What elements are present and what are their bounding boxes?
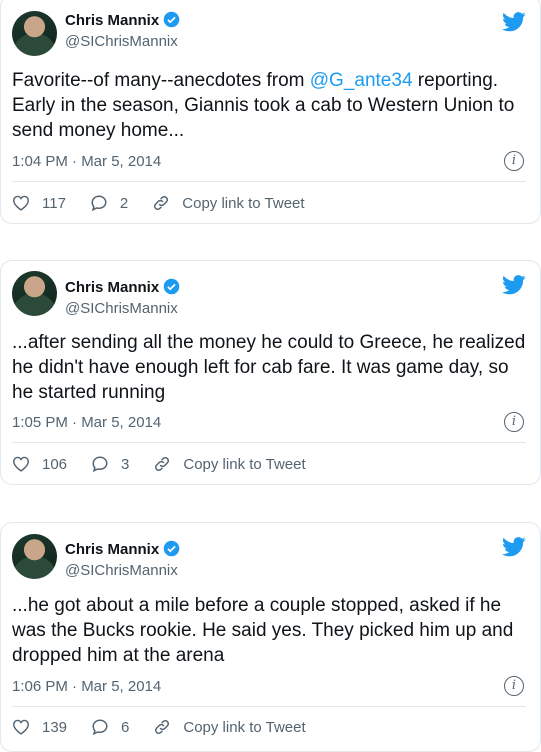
like-count: 117 — [42, 194, 66, 212]
like-count: 139 — [42, 718, 68, 736]
divider — [12, 181, 526, 182]
link-icon — [155, 456, 170, 472]
copy-link-label: Copy link to Tweet — [183, 718, 306, 736]
copy-link-label: Copy link to Tweet — [182, 194, 305, 212]
info-icon[interactable]: i — [504, 412, 524, 432]
twitter-bird-icon[interactable] — [502, 537, 526, 557]
avatar[interactable] — [12, 534, 57, 579]
author-handle[interactable]: @SIChrisMannix — [65, 300, 178, 317]
heart-icon — [12, 195, 30, 211]
author-handle[interactable]: @SIChrisMannix — [65, 33, 178, 50]
tweet-timestamp[interactable]: 1:04 PM · Mar 5, 2014 — [12, 153, 161, 170]
divider — [12, 442, 526, 443]
reply-icon — [92, 719, 108, 736]
author-handle[interactable]: @SIChrisMannix — [65, 562, 178, 579]
tweet-card[interactable]: Chris Mannix @SIChrisMannix Favorite--of… — [0, 0, 541, 224]
author-name-text: Chris Mannix — [65, 279, 160, 296]
verified-badge-icon — [163, 11, 180, 28]
copy-link-label: Copy link to Tweet — [183, 455, 306, 473]
reply-icon — [91, 195, 107, 212]
tweet-card[interactable]: Chris Mannix @SIChrisMannix ...he got ab… — [0, 522, 541, 752]
tweet-timestamp[interactable]: 1:06 PM · Mar 5, 2014 — [12, 678, 161, 695]
verified-badge-icon — [163, 278, 180, 295]
reply-count: 3 — [121, 455, 130, 473]
author-name[interactable]: Chris Mannix — [65, 278, 180, 296]
author-name-text: Chris Mannix — [65, 541, 160, 558]
copy-link-button[interactable]: Copy link to Tweet — [152, 194, 305, 212]
tweet-actions: 139 6 Copy link to Tweet — [12, 718, 330, 736]
reply-button[interactable]: 6 — [91, 718, 129, 736]
tweet-card[interactable]: Chris Mannix @SIChrisMannix ...after sen… — [0, 260, 541, 485]
tweet-text-part: Favorite--of many--anecdotes from — [12, 70, 310, 91]
link-icon — [155, 719, 170, 735]
reply-button[interactable]: 2 — [90, 194, 128, 212]
like-button[interactable]: 139 — [12, 719, 67, 736]
link-icon — [154, 195, 169, 211]
tweet-actions: 117 2 Copy link to Tweet — [12, 194, 329, 212]
reply-count: 2 — [119, 194, 129, 212]
copy-link-button[interactable]: Copy link to Tweet — [153, 718, 306, 736]
twitter-bird-icon[interactable] — [502, 12, 526, 32]
heart-icon — [12, 456, 30, 472]
info-icon[interactable]: i — [504, 676, 524, 696]
reply-count: 6 — [121, 718, 130, 736]
author-name[interactable]: Chris Mannix — [65, 11, 180, 29]
tweet-text: Favorite--of many--anecdotes from @G_ant… — [12, 68, 526, 143]
tweet-text: ...after sending all the money he could … — [12, 332, 526, 403]
heart-icon — [12, 719, 30, 735]
verified-badge-icon — [163, 540, 180, 557]
twitter-bird-icon[interactable] — [502, 275, 526, 295]
like-button[interactable]: 117 — [12, 195, 66, 212]
mention-link[interactable]: @G_ante34 — [310, 70, 413, 91]
like-count: 106 — [42, 455, 68, 473]
author-name-text: Chris Mannix — [65, 12, 160, 29]
tweet-actions: 106 3 Copy link to Tweet — [12, 455, 330, 473]
reply-button[interactable]: 3 — [91, 455, 129, 473]
tweet-timestamp[interactable]: 1:05 PM · Mar 5, 2014 — [12, 414, 161, 431]
info-icon[interactable]: i — [504, 151, 524, 171]
avatar[interactable] — [12, 271, 57, 316]
copy-link-button[interactable]: Copy link to Tweet — [153, 455, 306, 473]
divider — [12, 706, 526, 707]
reply-icon — [92, 456, 108, 473]
like-button[interactable]: 106 — [12, 456, 67, 473]
author-name[interactable]: Chris Mannix — [65, 540, 180, 558]
tweet-text: ...he got about a mile before a couple s… — [12, 595, 514, 666]
avatar[interactable] — [12, 11, 57, 56]
